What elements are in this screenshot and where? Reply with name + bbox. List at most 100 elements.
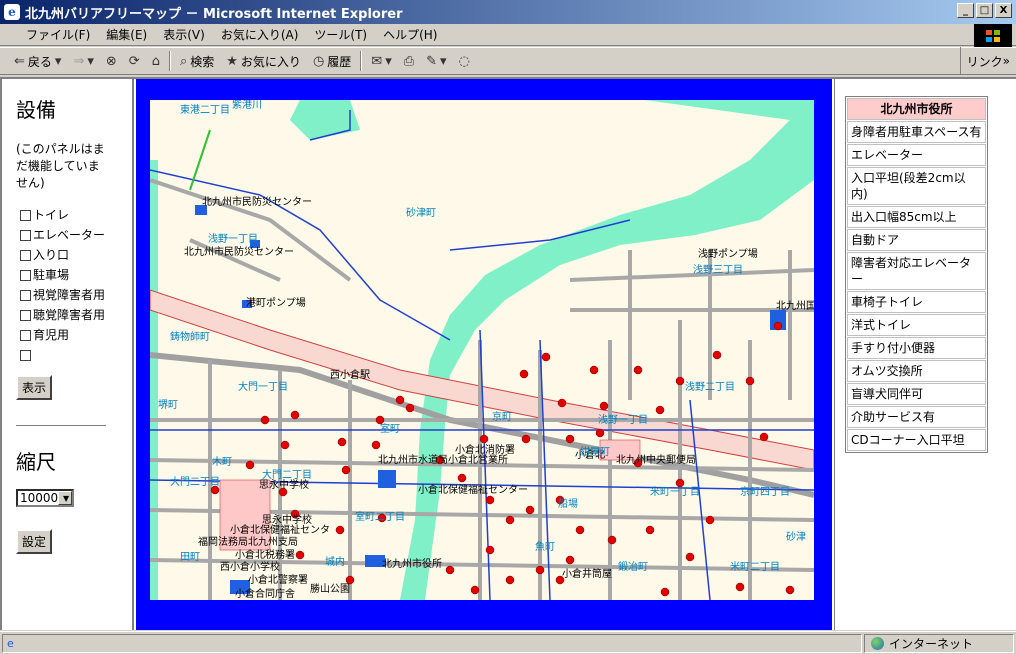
status-bar: e インターネット — [0, 631, 1016, 654]
map-label: 室町二丁目 — [355, 510, 405, 523]
map-label: 東港二丁目 — [180, 103, 230, 116]
map-label: 堺町 — [158, 399, 178, 411]
map-label: 米町一丁目 — [650, 485, 700, 498]
map-label: 浅野ポンプ場 — [698, 247, 758, 260]
show-button[interactable]: 表示 — [16, 375, 53, 400]
checkbox-blank[interactable] — [16, 347, 111, 361]
map-label: 小倉北消防署 — [455, 443, 515, 456]
windows-logo-icon — [974, 24, 1012, 48]
map-label: 浅野一丁目 — [208, 232, 258, 245]
map-label: 田町 — [180, 552, 200, 563]
map-label: 鍛冶町 — [618, 560, 648, 573]
map-label: 大門一丁目 — [238, 380, 288, 393]
checkbox-childcare[interactable]: 育児用 — [16, 327, 111, 344]
checkbox-box[interactable] — [20, 290, 31, 301]
facility-item: 自動ドア — [847, 229, 986, 251]
refresh-button[interactable]: ⟳ — [123, 49, 146, 73]
menu-tools[interactable]: ツール(T) — [306, 24, 375, 45]
mail-icon: ✉ — [371, 53, 383, 69]
title-bar: e 北九州バリアフリーマップ － Microsoft Internet Expl… — [0, 0, 1016, 24]
minimize-button[interactable]: _ — [957, 3, 974, 18]
map-label: 大門二丁目 — [262, 468, 312, 481]
menu-edit[interactable]: 編集(E) — [98, 24, 155, 45]
facility-info-table: 北九州市役所 身障者用駐車スペース有 エレベーター 入口平坦(段差2cm以内) … — [845, 96, 988, 453]
map-label: 小倉北保健福祉センター — [418, 483, 528, 496]
map-label: 京町四丁目 — [740, 485, 790, 498]
map-label: 勝山公園 — [310, 582, 350, 595]
checkbox-elevator[interactable]: エレベーター — [16, 227, 111, 244]
checkbox-box[interactable] — [20, 350, 31, 361]
map-canvas[interactable]: 北九州市民防災センター 北九州市民防災センター 浅野ポンプ場 港町ポンプ場 北九… — [150, 100, 814, 600]
map-label: 京町 — [492, 410, 512, 423]
mail-button[interactable]: ✉ ▾ — [365, 49, 397, 73]
search-button[interactable]: ⌕ 検索 — [174, 49, 220, 73]
menu-view[interactable]: 表示(V) — [155, 24, 213, 45]
window-title: 北九州バリアフリーマップ － Microsoft Internet Explor… — [25, 6, 403, 22]
checkbox-visual[interactable]: 視覚障害者用 — [16, 287, 111, 304]
menu-help[interactable]: ヘルプ(H) — [375, 24, 445, 45]
menu-file[interactable]: ファイル(F) — [18, 24, 98, 45]
map-label: 浅野一丁目 — [598, 413, 648, 426]
menu-bar: ファイル(F) 編集(E) 表示(V) お気に入り(A) ツール(T) ヘルプ(… — [0, 24, 1016, 46]
stop-button[interactable]: ⊗ — [100, 49, 123, 73]
facility-item: 出入口幅85cm以上 — [847, 206, 986, 228]
home-icon: ⌂ — [151, 53, 160, 69]
map-label: 浅野二丁目 — [685, 380, 735, 393]
facility-name: 北九州市役所 — [847, 98, 986, 120]
map-label: 木町 — [212, 456, 232, 468]
checkbox-box[interactable] — [20, 230, 31, 241]
map-label: 北九州市民防災センター — [202, 195, 312, 208]
globe-icon — [871, 636, 884, 650]
toolbar-divider — [168, 51, 171, 71]
toolbar: ⇐ 戻る ▾ ⇒ ▾ ⊗ ⟳ ⌂ ⌕ 検索 ★ お気に入り ◷ 履歴 ✉ ▾ ⎙ ✎ ▾ ◌ — [0, 47, 1016, 75]
checkbox-entrance[interactable]: 入り口 — [16, 247, 111, 264]
checkbox-toilet[interactable]: トイレ — [16, 207, 111, 224]
discuss-button[interactable]: ◌ — [453, 49, 476, 73]
checkbox-box[interactable] — [20, 310, 31, 321]
checkbox-hearing[interactable]: 聴覚障害者用 — [16, 307, 111, 324]
panel-note: (このパネルはまだ機能していません) — [16, 142, 105, 190]
chevron-down-icon: ▼ — [58, 491, 72, 505]
menu-favorites[interactable]: お気に入り(A) — [213, 24, 307, 45]
checkbox-box[interactable] — [20, 330, 31, 341]
divider — [16, 425, 106, 426]
map-label: 砂津 — [786, 530, 806, 543]
checkbox-parking[interactable]: 駐車場 — [16, 267, 111, 284]
map-frame: 北九州市民防災センター 北九州市民防災センター 浅野ポンプ場 港町ポンプ場 北九… — [136, 79, 832, 630]
maximize-button[interactable]: □ — [976, 3, 993, 18]
facility-item: 身障者用駐車スペース有 — [847, 121, 986, 143]
checkbox-box[interactable] — [20, 210, 31, 221]
map-label: 室町 — [380, 422, 400, 435]
chevron-right-icon: » — [1002, 54, 1010, 68]
map-label: 西小倉小学校 — [220, 560, 280, 573]
info-panel: 北九州市役所 身障者用駐車スペース有 エレベーター 入口平坦(段差2cm以内) … — [834, 79, 1014, 630]
dropdown-icon: ▾ — [54, 53, 62, 69]
toolbar-divider — [360, 51, 363, 71]
checkbox-box[interactable] — [20, 250, 31, 261]
edit-button[interactable]: ✎ ▾ — [420, 49, 452, 73]
edit-icon: ✎ — [426, 53, 438, 69]
map-label: 小倉合同庁舎 — [235, 587, 295, 600]
ie-icon: e — [4, 4, 20, 20]
map-label: 小倉井筒屋 — [562, 567, 612, 580]
links-button[interactable]: リンク» — [959, 47, 1016, 75]
map-label: 北九州中央郵便局 — [616, 453, 696, 466]
scale-select[interactable]: 10000 ▼ — [16, 489, 74, 507]
history-button[interactable]: ◷ 履歴 — [307, 49, 357, 73]
favorites-button[interactable]: ★ お気に入り — [220, 49, 307, 73]
set-button[interactable]: 設定 — [16, 529, 53, 554]
checkbox-box[interactable] — [20, 270, 31, 281]
forward-arrow-icon: ⇒ — [73, 53, 85, 69]
facility-item: 洋式トイレ — [847, 314, 986, 336]
forward-button[interactable]: ⇒ ▾ — [67, 49, 99, 73]
print-button[interactable]: ⎙ — [398, 49, 420, 73]
map-label: 北九州市民防災センター — [184, 245, 294, 258]
home-button[interactable]: ⌂ — [146, 49, 166, 73]
refresh-icon: ⟳ — [128, 53, 140, 69]
map-label: 北九州市役所 — [382, 557, 442, 570]
map-label: 福岡法務局北九州支局 — [198, 535, 298, 548]
back-button[interactable]: ⇐ 戻る ▾ — [8, 49, 67, 73]
map-label: 小倉北警察署 — [248, 573, 308, 586]
map-label: 砂津町 — [406, 206, 436, 219]
close-button[interactable]: X — [995, 3, 1012, 18]
